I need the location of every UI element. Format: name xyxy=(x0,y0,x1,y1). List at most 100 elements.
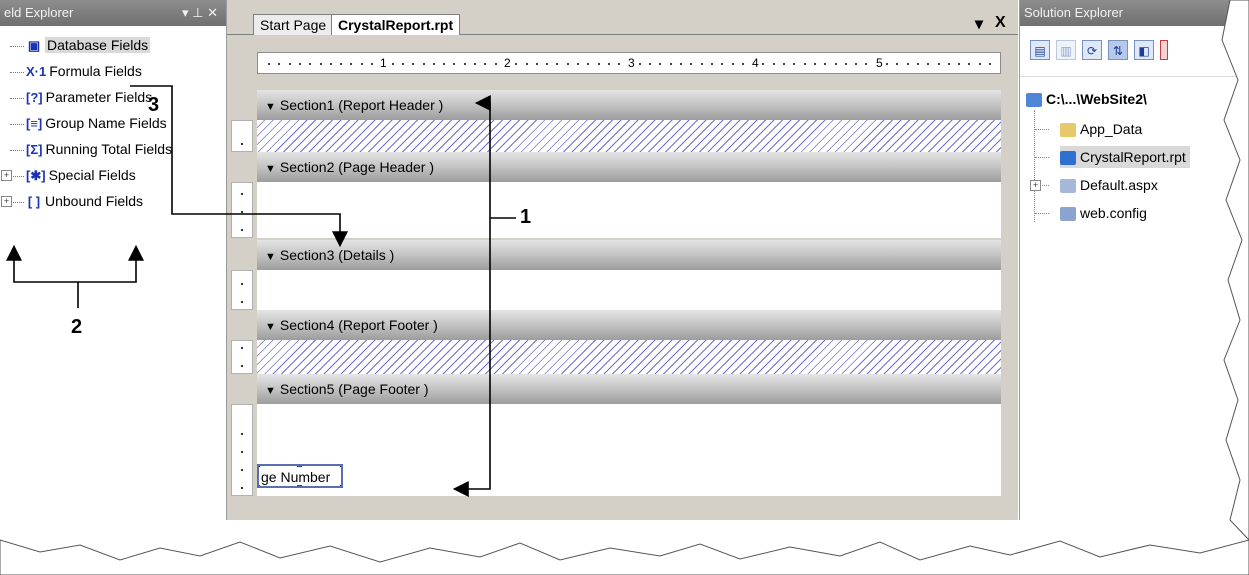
section-body[interactable] xyxy=(257,340,1001,374)
resize-handle[interactable] xyxy=(297,466,302,467)
section-band[interactable]: ▼ Section5 (Page Footer ) xyxy=(257,374,1001,404)
field-item[interactable]: X·1 Formula Fields xyxy=(10,60,142,82)
collapse-section-icon[interactable]: ▼ xyxy=(265,154,276,184)
refresh-icon[interactable]: ⟳ xyxy=(1082,40,1102,60)
nest-related-files-icon[interactable]: ⇅ xyxy=(1108,40,1128,60)
collapse-section-icon[interactable]: ▼ xyxy=(265,92,276,122)
ruler-tick xyxy=(432,63,435,65)
field-item[interactable]: ▣ Database Fields xyxy=(10,34,151,56)
section-band[interactable]: ▼ Section2 (Page Header ) xyxy=(257,152,1001,182)
ruler-tick xyxy=(834,63,837,65)
resize-handle[interactable] xyxy=(259,485,260,486)
gutter-dot xyxy=(241,211,243,213)
ruler-number: 5 xyxy=(874,56,885,70)
ruler-tick xyxy=(772,63,775,65)
ruler-tick xyxy=(288,63,291,65)
ruler-tick xyxy=(659,63,662,65)
solution-item[interactable]: App_Data xyxy=(1060,118,1146,140)
section-band[interactable]: ▼ Section1 (Report Header ) xyxy=(257,90,1001,120)
ruler-tick xyxy=(649,63,652,65)
tree-guide xyxy=(1034,110,1035,222)
solution-item[interactable]: Default.aspx xyxy=(1060,174,1162,196)
gutter-dot xyxy=(241,347,243,349)
close-tab-icon[interactable]: X xyxy=(995,14,1006,32)
resize-handle[interactable] xyxy=(340,485,341,486)
special-fields-icon: [✱] xyxy=(26,168,46,183)
view-designer-icon[interactable]: ◧ xyxy=(1134,40,1154,60)
expand-icon[interactable]: + xyxy=(1030,180,1041,191)
tree-guide xyxy=(10,201,24,203)
formula-icon: X·1 xyxy=(26,64,47,79)
page-number-field-text: ge Number xyxy=(261,469,331,485)
ruler-tick xyxy=(597,63,600,65)
field-item-label: Database Fields xyxy=(45,37,151,53)
ruler-tick xyxy=(340,63,343,65)
solution-item[interactable]: web.config xyxy=(1060,202,1151,224)
website-icon xyxy=(1026,93,1042,108)
tab-dropdown-icon[interactable]: ▾ xyxy=(975,14,983,34)
ruler-tick xyxy=(978,63,981,65)
tree-guide xyxy=(1035,129,1049,130)
field-explorer-title-bar: eld Explorer ▾ ⊥ ✕ xyxy=(0,0,226,26)
solution-explorer-title-bar: Solution Explorer xyxy=(1020,0,1249,26)
section-band[interactable]: ▼ Section4 (Report Footer ) xyxy=(257,310,1001,340)
crystal-report-icon xyxy=(1060,151,1076,166)
solution-root-label: C:\...\WebSite2\ xyxy=(1046,91,1147,107)
ruler-tick xyxy=(329,63,332,65)
show-all-files-icon[interactable]: ▥ xyxy=(1056,40,1076,60)
properties-icon[interactable]: ▤ xyxy=(1030,40,1050,60)
tab-crystal-report[interactable]: CrystalReport.rpt xyxy=(331,14,461,35)
gutter-dot xyxy=(241,365,243,367)
section-gutter xyxy=(231,120,253,152)
section-band[interactable]: ▼ Section3 (Details ) xyxy=(257,240,1001,270)
ruler-tick xyxy=(690,63,693,65)
document-tab-strip: Start Page CrystalReport.rpt ▾ X xyxy=(227,0,1018,35)
copy-website-icon[interactable] xyxy=(1160,40,1168,60)
solution-root-item[interactable]: C:\...\WebSite2\ xyxy=(1026,88,1147,110)
section-body[interactable] xyxy=(257,182,1001,238)
ruler-tick xyxy=(412,63,415,65)
field-item[interactable]: [ ] Unbound Fields xyxy=(10,190,143,212)
gutter-dot xyxy=(241,283,243,285)
expand-icon[interactable]: + xyxy=(1,170,12,181)
ruler-tick xyxy=(731,63,734,65)
collapse-section-icon[interactable]: ▼ xyxy=(265,242,276,272)
page-number-field[interactable]: ge Number xyxy=(257,464,343,488)
resize-handle[interactable] xyxy=(259,466,260,467)
collapse-section-icon[interactable]: ▼ xyxy=(265,376,276,406)
field-item[interactable]: [≡] Group Name Fields xyxy=(10,112,167,134)
section-gutter xyxy=(231,182,253,238)
collapse-section-icon[interactable]: ▼ xyxy=(265,312,276,342)
ruler-tick xyxy=(607,63,610,65)
ruler-tick xyxy=(546,63,549,65)
ruler-tick xyxy=(700,63,703,65)
ruler-tick xyxy=(371,63,373,65)
expand-icon[interactable]: + xyxy=(1,196,12,207)
ruler-tick xyxy=(618,63,621,65)
resize-handle[interactable] xyxy=(297,485,302,486)
ruler-tick xyxy=(350,63,353,65)
section-label: Section3 (Details ) xyxy=(279,247,395,263)
field-item-label: Parameter Fields xyxy=(45,89,153,105)
section-body[interactable] xyxy=(257,270,1001,310)
solution-item[interactable]: CrystalReport.rpt xyxy=(1060,146,1190,168)
panel-controls[interactable]: ▾ ⊥ ✕ xyxy=(182,0,218,26)
tab-start-page[interactable]: Start Page xyxy=(253,14,334,35)
field-item[interactable]: [Σ] Running Total Fields xyxy=(10,138,172,160)
ruler-tick xyxy=(360,63,363,65)
section-body[interactable] xyxy=(257,404,1001,496)
field-item[interactable]: [?] Parameter Fields xyxy=(10,86,152,108)
field-item[interactable]: [✱] Special Fields xyxy=(10,164,136,186)
ruler-tick xyxy=(535,63,538,65)
section-label: Section1 (Report Header ) xyxy=(279,97,444,113)
ruler-tick xyxy=(762,63,765,65)
section-body[interactable] xyxy=(257,120,1001,152)
section-gutter xyxy=(231,270,253,310)
ruler-tick xyxy=(484,63,487,65)
gutter-dot xyxy=(241,193,243,195)
resize-handle[interactable] xyxy=(340,466,341,467)
ruler-number: 6 xyxy=(998,56,1000,70)
gutter-dot xyxy=(241,451,243,453)
ruler-tick xyxy=(680,63,682,65)
parameter-icon: [?] xyxy=(26,90,43,105)
